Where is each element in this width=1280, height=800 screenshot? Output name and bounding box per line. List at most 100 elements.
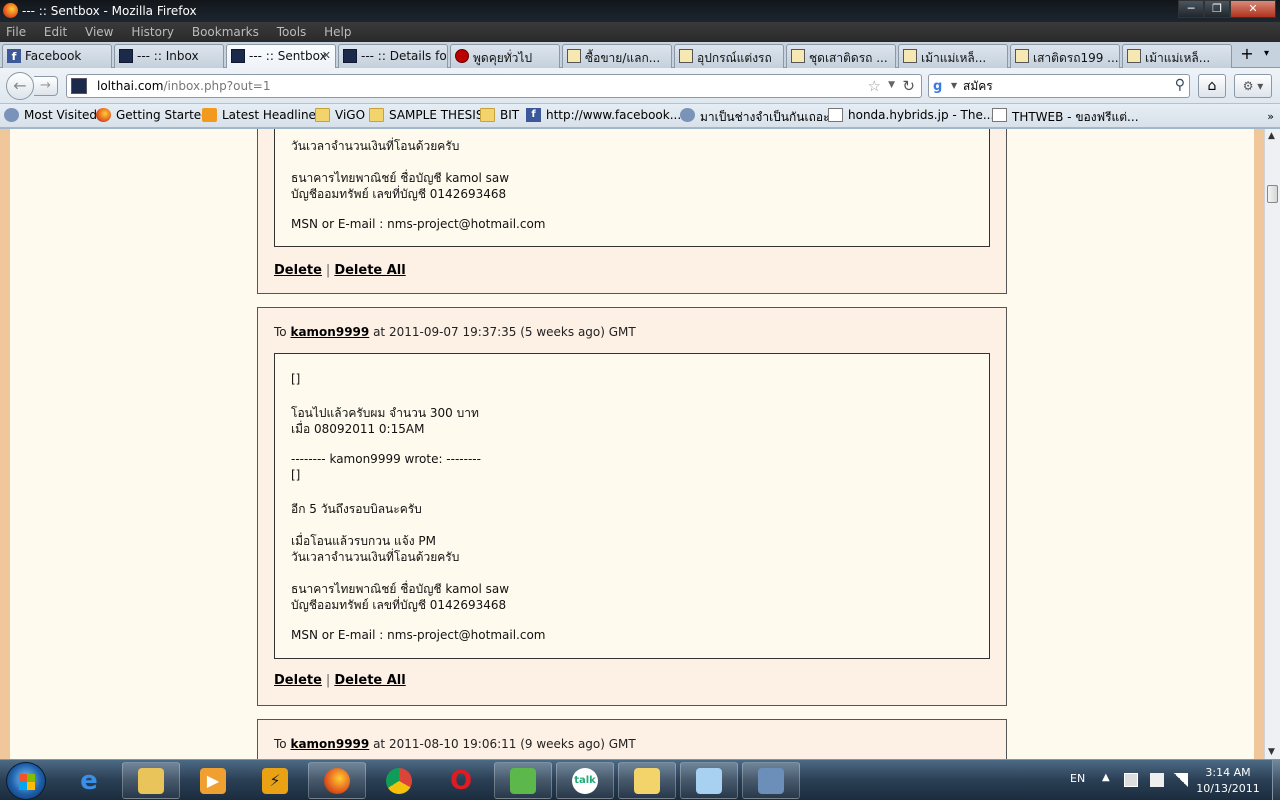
google-icon[interactable]: g [933,79,949,95]
url-text[interactable]: lolthai.com/inbox.php?out=1 [97,79,271,93]
language-indicator[interactable]: EN [1070,772,1085,785]
site-identity-icon[interactable] [71,78,87,94]
messenger-icon [510,767,536,794]
message-timestamp: at 2011-09-07 19:37:35 (5 weeks ago) GMT [373,325,636,339]
bookmark-facebook[interactable]: f http://www.facebook.... [526,108,685,122]
start-button[interactable] [6,762,46,800]
page-icon [791,49,805,63]
menu-history[interactable]: History [131,25,174,39]
minimize-button[interactable]: ─ [1178,0,1204,18]
delete-link[interactable]: Delete [274,673,322,688]
tab-label: ชุดเสาติดรถ ... [809,51,888,65]
message-panel: To kamon9999 at 2011-08-10 19:06:11 (9 w… [257,719,1007,759]
ie-icon: e [80,765,98,796]
message-actions: Delete | Delete All [274,263,406,278]
tab-label: เม้าแม่เหล็... [921,51,987,65]
menu-bookmarks[interactable]: Bookmarks [192,25,259,39]
menu-file[interactable]: File [6,25,26,39]
back-button[interactable]: ← [6,72,34,100]
reload-icon[interactable]: ↻ [902,77,915,95]
bookmarks-overflow-icon[interactable]: » [1267,110,1274,123]
scroll-down-icon[interactable]: ▼ [1268,747,1275,757]
forward-button[interactable]: → [34,76,58,96]
page-icon [679,49,693,63]
tab-general-talk[interactable]: พูดคุยทั่วไป [450,44,560,68]
maximize-button[interactable]: ❐ [1204,0,1230,18]
facebook-icon: f [526,108,541,122]
bookmark-sample-thesis[interactable]: SAMPLE THESIS [369,108,483,122]
tab-list-icon[interactable]: ▾ [1264,48,1269,59]
close-tab-icon[interactable]: ✕ [322,49,331,62]
bookmark-bit[interactable]: BIT [480,108,519,122]
recipient-link[interactable]: kamon9999 [290,737,369,751]
gtalk-taskbar-button[interactable]: talk [556,762,614,799]
messenger-taskbar-button[interactable] [494,762,552,799]
show-hidden-icons[interactable]: ▲ [1102,772,1110,783]
url-history-dropdown-icon[interactable]: ▼ [888,80,895,90]
close-window-button[interactable]: ✕ [1230,0,1276,18]
show-desktop-button[interactable] [1272,760,1280,800]
tab-sentbox[interactable]: --- :: Sentbox ✕ [226,44,336,68]
message-body: [] โอนไปแล้วครับผม จำนวน 300 บาท เมื่อ 0… [274,353,990,659]
tab-car-parts[interactable]: อุปกรณ์แต่งรถ [674,44,784,68]
message-panel: To kamon9999 at 2011-09-07 19:37:35 (5 w… [257,307,1007,706]
clock[interactable]: 3:14 AM 10/13/2011 [1186,765,1270,797]
winamp-taskbar-button[interactable]: ⚡ [246,762,304,799]
tab-details[interactable]: --- :: Details fo... [338,44,448,68]
bookmark-most-visited[interactable]: Most Visited [4,108,97,122]
bookmark-getting-started[interactable]: Getting Started [96,108,209,122]
outlook-icon [634,767,660,794]
notepad-taskbar-button[interactable] [680,762,738,799]
bookmark-honda-hybrids[interactable]: honda.hybrids.jp - The... [828,108,994,122]
separator: | [325,263,331,278]
explorer-icon [138,767,164,794]
menu-tools[interactable]: Tools [277,25,307,39]
delete-all-link[interactable]: Delete All [334,263,405,278]
action-center-icon[interactable] [1124,773,1138,787]
tab-buy-sell[interactable]: ซื้อขาย/แลก... [562,44,672,68]
firefox-taskbar-button[interactable] [308,762,366,799]
tab-label: เสาติดรถ199 ... [1033,51,1119,65]
tab-inbox[interactable]: --- :: Inbox [114,44,224,68]
bookmark-latest-headlines[interactable]: Latest Headlines [202,108,322,122]
bookmark-handyman[interactable]: มาเป็นช่างจำเป็นกันเถอะ [680,108,830,127]
network-device-icon[interactable] [1150,773,1164,787]
search-icon[interactable]: ⚲ [1175,77,1185,93]
addon-button[interactable]: ⚙ ▾ [1234,74,1272,98]
bookmark-vigo[interactable]: ViGO [315,108,365,122]
search-engine-dropdown-icon[interactable]: ▼ [951,81,957,90]
media-player-taskbar-button[interactable]: ▶ [184,762,242,799]
tab-antenna-set[interactable]: ชุดเสาติดรถ ... [786,44,896,68]
tab-antenna-199[interactable]: เสาติดรถ199 ... [1010,44,1120,68]
new-tab-button[interactable]: + [1236,46,1258,64]
scrollbar-thumb[interactable] [1267,185,1278,203]
message-timestamp: at 2011-08-10 19:06:11 (9 weeks ago) GMT [373,737,636,751]
delete-all-link[interactable]: Delete All [334,673,405,688]
menu-help[interactable]: Help [324,25,351,39]
tab-facebook[interactable]: f Facebook [2,44,112,68]
opera-taskbar-button[interactable]: O [432,762,490,799]
menu-bar: File Edit View History Bookmarks Tools H… [0,22,1280,42]
outlook-taskbar-button[interactable] [618,762,676,799]
delete-link[interactable]: Delete [274,263,322,278]
bookmark-thtweb[interactable]: THTWEB - ของฟรีแต่... [992,108,1139,127]
remote-desktop-taskbar-button[interactable] [742,762,800,799]
page-side-right [1254,129,1264,759]
search-input[interactable] [963,78,1163,94]
tab-magnet-mount-2[interactable]: เม้าแม่เหล็... [1122,44,1232,68]
menu-edit[interactable]: Edit [44,25,67,39]
chrome-taskbar-button[interactable] [370,762,428,799]
recipient-link[interactable]: kamon9999 [290,325,369,339]
explorer-taskbar-button[interactable] [122,762,180,799]
window-titlebar: --- :: Sentbox - Mozilla Firefox ─ ❐ ✕ [0,0,1280,22]
tab-label: --- :: Inbox [137,49,199,63]
ie-taskbar-button[interactable]: e [60,762,118,799]
globe-icon [4,108,19,122]
bookmark-star-icon[interactable]: ☆ [868,77,881,95]
home-button[interactable]: ⌂ [1198,74,1226,98]
vertical-scrollbar[interactable]: ▲ ▼ [1264,129,1280,759]
menu-view[interactable]: View [85,25,113,39]
url-bar[interactable]: lolthai.com/inbox.php?out=1 ☆ ▼ ↻ [66,74,922,98]
scroll-up-icon[interactable]: ▲ [1268,131,1275,141]
tab-magnet-mount-1[interactable]: เม้าแม่เหล็... [898,44,1008,68]
